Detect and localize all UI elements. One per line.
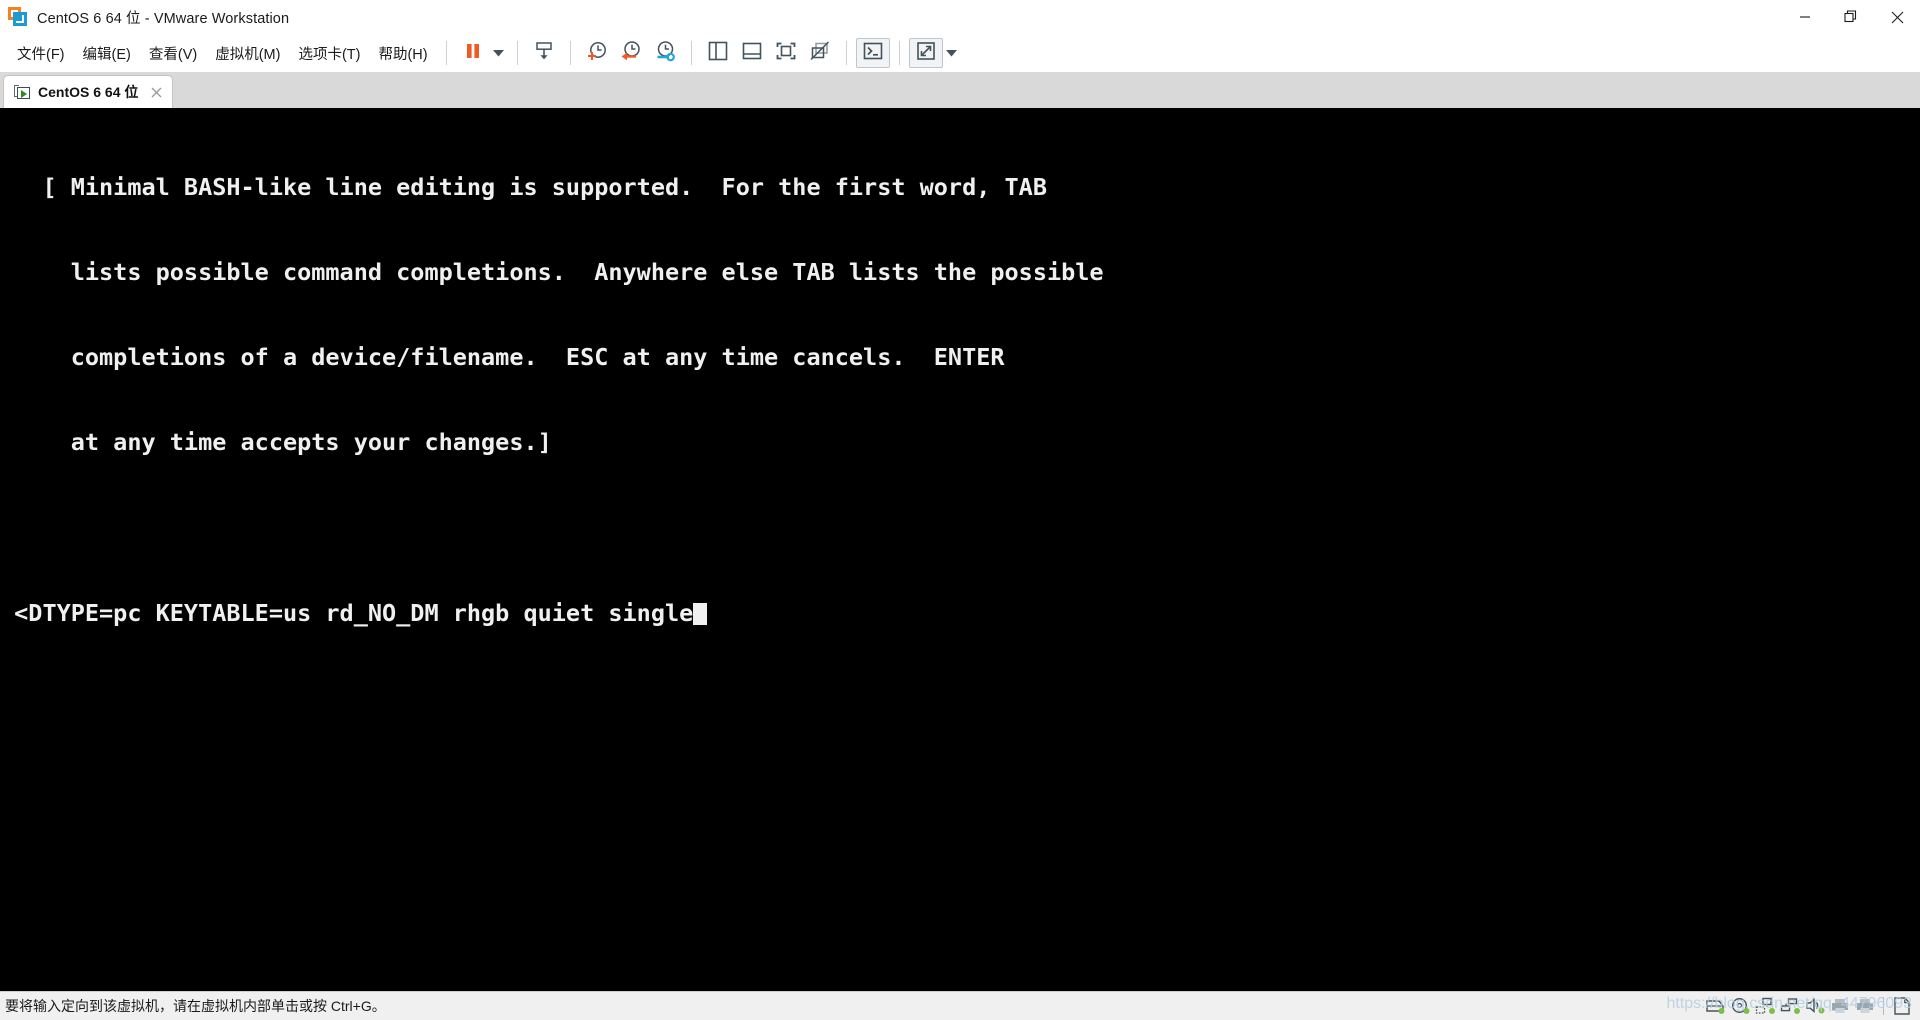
status-message: 要将输入定向到该虚拟机，请在虚拟机内部单击或按 Ctrl+G。 xyxy=(5,998,386,1014)
console-command-text: <DTYPE=pc KEYTABLE=us rd_NO_DM rhgb quie… xyxy=(0,598,694,627)
window-controls xyxy=(1782,0,1920,34)
chevron-down-icon xyxy=(493,44,505,62)
menu-edit[interactable]: 编辑(E) xyxy=(74,39,140,68)
snapshot-revert-icon xyxy=(620,40,642,67)
toolbar-separator xyxy=(445,41,447,65)
console-text: [ Minimal BASH-like line editing is supp… xyxy=(0,108,1104,684)
take-snapshot-button[interactable] xyxy=(580,38,614,68)
snapshot-add-icon xyxy=(586,40,608,67)
toolbar-separator xyxy=(516,41,518,65)
restore-button[interactable] xyxy=(1828,0,1874,34)
fit-guest-button[interactable] xyxy=(769,38,803,68)
console-icon xyxy=(862,42,884,65)
pause-icon xyxy=(463,41,483,66)
status-printer2-icon[interactable] xyxy=(1853,994,1878,1018)
window-title: CentOS 6 64 位 - VMware Workstation xyxy=(37,10,290,27)
minimize-button[interactable] xyxy=(1782,0,1828,34)
status-bar: 要将输入定向到该虚拟机，请在虚拟机内部单击或按 Ctrl+G。 https://… xyxy=(0,991,1920,1020)
manage-snapshots-button[interactable] xyxy=(648,38,682,68)
console-command-line: <DTYPE=pc KEYTABLE=us rd_NO_DM rhgb quie… xyxy=(0,599,1104,627)
status-network-adapter-icon[interactable] xyxy=(1753,994,1778,1018)
show-thumbnail-bar-button[interactable] xyxy=(735,38,769,68)
panel-left-icon xyxy=(707,41,729,66)
unity-mode-button[interactable] xyxy=(803,38,837,68)
fit-guest-icon xyxy=(775,41,797,66)
menu-help[interactable]: 帮助(H) xyxy=(369,39,436,68)
status-printer-icon[interactable] xyxy=(1828,994,1853,1018)
toolbar-separator xyxy=(690,41,692,65)
console-cursor xyxy=(693,602,708,625)
console-line: completions of a device/filename. ESC at… xyxy=(0,343,1005,372)
menu-tabs[interactable]: 选项卡(T) xyxy=(289,39,369,68)
menu-and-toolbar: 文件(F) 编辑(E) 查看(V) 虚拟机(M) 选项卡(T) 帮助(H) xyxy=(0,34,1920,72)
vm-console[interactable]: [ Minimal BASH-like line editing is supp… xyxy=(0,108,1920,991)
menu-file[interactable]: 文件(F) xyxy=(8,39,74,68)
vmware-workstation-window: CentOS 6 64 位 - VMware Workstation 文件(F) xyxy=(0,0,1920,1020)
vmware-logo-icon xyxy=(8,7,28,27)
show-library-button[interactable] xyxy=(701,38,735,68)
status-cd-dvd-icon[interactable] xyxy=(1728,994,1753,1018)
status-device-icons xyxy=(1703,992,1914,1020)
console-line: at any time accepts your changes.] xyxy=(0,428,552,457)
console-view-button[interactable] xyxy=(855,38,890,68)
power-dropdown-button[interactable] xyxy=(490,38,508,68)
tab-centos-6-64[interactable]: CentOS 6 64 位 xyxy=(4,76,173,108)
panel-bottom-icon xyxy=(741,41,763,66)
close-button[interactable] xyxy=(1874,0,1920,34)
fullscreen-icon xyxy=(915,41,937,66)
menu-vm[interactable]: 虚拟机(M) xyxy=(206,39,289,68)
status-separator xyxy=(1883,997,1884,1015)
menu-view[interactable]: 查看(V) xyxy=(140,39,206,68)
toolbar-separator xyxy=(569,41,571,65)
send-keys-icon xyxy=(533,40,555,67)
console-line: [ Minimal BASH-like line editing is supp… xyxy=(0,172,1047,201)
revert-snapshot-button[interactable] xyxy=(614,38,648,68)
tab-label: CentOS 6 64 位 xyxy=(38,84,139,100)
fullscreen-button[interactable] xyxy=(908,38,943,68)
snapshot-manager-icon xyxy=(654,40,676,67)
send-ctrl-alt-del-button[interactable] xyxy=(527,38,561,68)
chevron-down-icon xyxy=(946,44,958,62)
title-bar: CentOS 6 64 位 - VMware Workstation xyxy=(0,0,1920,34)
tab-strip: CentOS 6 64 位 xyxy=(0,72,1920,108)
status-hard-disk-icon[interactable] xyxy=(1703,994,1728,1018)
status-usb-controller-icon[interactable] xyxy=(1778,994,1803,1018)
tab-close-icon[interactable] xyxy=(148,84,164,100)
status-sound-card-icon[interactable] xyxy=(1803,994,1828,1018)
unity-disabled-icon xyxy=(809,40,831,66)
suspend-button[interactable] xyxy=(456,38,490,68)
vm-running-icon xyxy=(14,84,31,100)
toolbar-separator xyxy=(898,41,900,65)
fullscreen-dropdown-button[interactable] xyxy=(943,38,961,68)
status-message-log-icon[interactable] xyxy=(1889,994,1914,1018)
toolbar-separator xyxy=(845,41,847,65)
console-line: lists possible command completions. Anyw… xyxy=(0,258,1104,287)
